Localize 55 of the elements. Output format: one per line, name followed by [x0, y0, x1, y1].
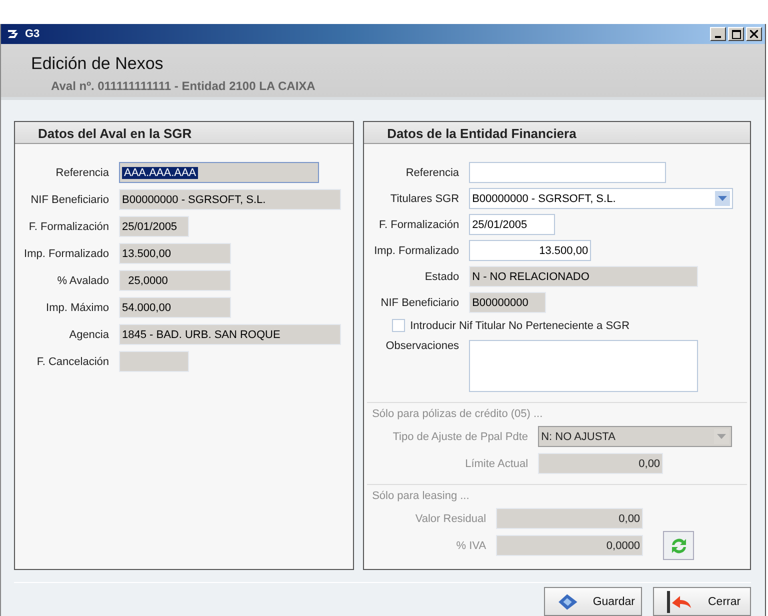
input-field[interactable]: 13.500,00	[119, 243, 231, 264]
field-label: Imp. Formalizado	[373, 244, 460, 256]
field-label: NIF Beneficiario	[30, 194, 109, 206]
input-field[interactable]: 25/01/2005	[469, 214, 556, 235]
input-field: 0,00	[538, 453, 664, 474]
field-label: Agencia	[68, 328, 109, 340]
panel-header: Datos del Aval en la SGR	[15, 122, 354, 144]
field-label: Estado	[424, 270, 460, 282]
window-title: G3	[25, 28, 40, 40]
field-label: Límite Actual	[464, 458, 528, 470]
form-title: Edición de Nexos	[31, 54, 164, 74]
input-field[interactable]: 1845 - BAD. URB. SAN ROQUE	[119, 324, 341, 345]
field-label: F. Formalización	[378, 218, 460, 230]
close-icon	[750, 30, 758, 38]
checkbox-label: Introducir Nif Titular No Perteneciente a SGR	[410, 320, 630, 332]
form-subtitle: Aval nº. 011111111111 - Entidad 2100 LA CAIXA	[51, 79, 316, 93]
input-field[interactable]: B00000000	[469, 292, 546, 313]
input-field[interactable]: 25,0000	[119, 270, 231, 291]
panel-header: Datos de la Entidad Financiera	[364, 122, 750, 144]
field-label: Titulares SGR	[389, 192, 460, 204]
section-title: Sólo para leasing ...	[371, 490, 470, 502]
minimize-button[interactable]	[710, 27, 726, 41]
section-title: Sólo para pólizas de crédito (05) ...	[371, 408, 544, 420]
field-label: % Avalado	[56, 274, 109, 286]
checkbox[interactable]	[392, 319, 406, 332]
text-area[interactable]	[469, 340, 698, 392]
field-label: Referencia	[54, 166, 109, 178]
close-button[interactable]	[746, 27, 762, 41]
field-label: F. Cancelación	[36, 356, 109, 368]
field-label: Observaciones	[384, 340, 460, 352]
maximize-icon	[732, 30, 740, 38]
app-logo-icon	[7, 29, 21, 39]
input-field[interactable]: 54.000,00	[119, 297, 231, 318]
field-label: Valor Residual	[414, 512, 486, 524]
input-field[interactable]	[119, 351, 189, 372]
field-label: % IVA	[455, 540, 486, 552]
maximize-button[interactable]	[728, 27, 744, 41]
field-label: NIF Beneficiario	[380, 296, 460, 308]
save-button[interactable]: Guardar	[544, 587, 642, 616]
input-field: 0,0000	[496, 535, 644, 556]
input-field[interactable]: 13.500,00	[469, 240, 592, 261]
dropdown[interactable]: B00000000 - SGRSOFT, S.L.	[469, 188, 734, 209]
field-label: Imp. Formalizado	[23, 248, 109, 260]
field-label: Tipo de Ajuste de Ppal Pdte	[392, 430, 528, 442]
field-label: Imp. Máximo	[45, 302, 109, 314]
field-label: Referencia	[404, 166, 460, 178]
input-field[interactable]: AAA.AAA.AAA	[119, 162, 319, 183]
field-label: F. Formalización	[28, 220, 109, 232]
input-field: 0,00	[496, 508, 644, 529]
input-field[interactable]: N - NO RELACIONADO	[469, 266, 698, 287]
input-field[interactable]: 25/01/2005	[119, 216, 189, 237]
exit-arrow-icon	[666, 590, 694, 614]
close-button[interactable]: Cerrar	[653, 587, 751, 616]
input-field[interactable]: B00000000 - SGRSOFT, S.L.	[119, 189, 341, 210]
input-field[interactable]	[469, 162, 666, 183]
